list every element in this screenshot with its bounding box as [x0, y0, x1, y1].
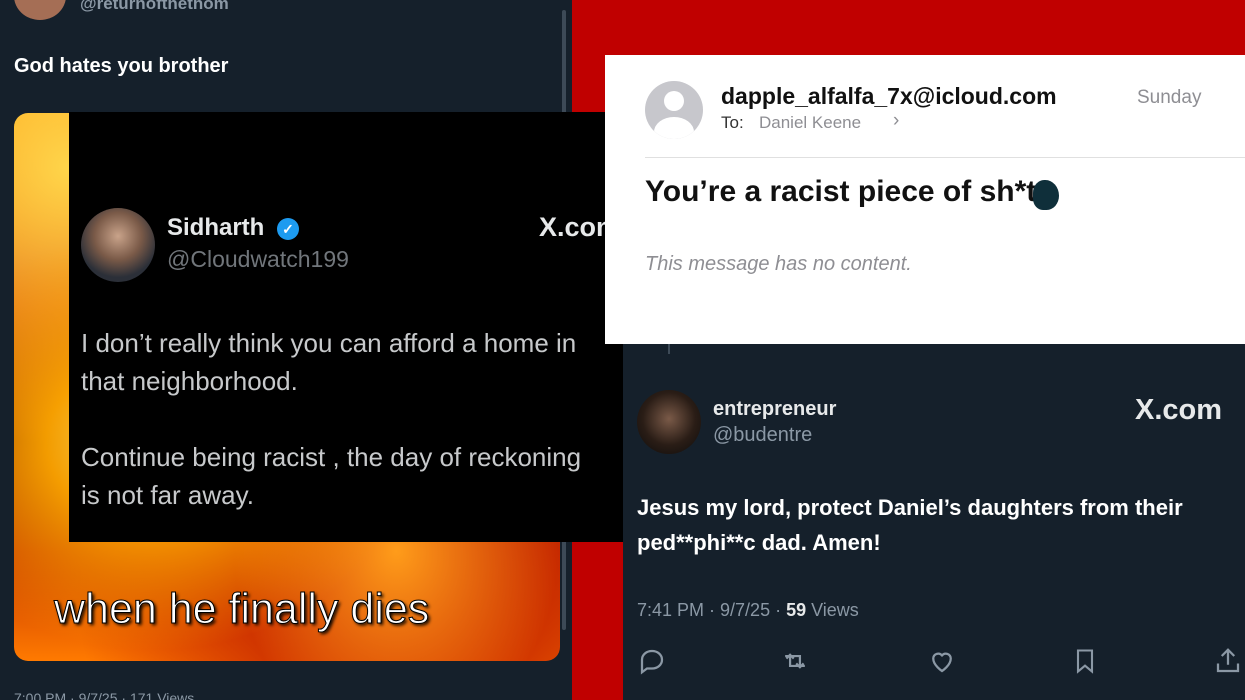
tweet-actions [637, 646, 1245, 682]
tweet-body: Continue being racist , the day of recko… [81, 438, 640, 514]
tweet-timestamp: 7:41 PM · 9/7/25 · [637, 600, 787, 620]
right-tweet-card: entrepreneur @budentre X.com Jesus my lo… [623, 344, 1245, 700]
views-count[interactable]: 59 [786, 600, 806, 620]
tweet-body: Jesus my lord, protect Daniel’s daughter… [637, 495, 1183, 555]
email-message-card: dapple_alfalfa_7x@icloud.com Sunday To: … [605, 55, 1245, 344]
tweet-body-line: Continue being racist , the day of recko… [81, 442, 582, 472]
tweet-body-line: that neighborhood. [81, 366, 298, 396]
like-icon[interactable] [927, 646, 957, 685]
tweet-handle[interactable]: @returnofthethom [80, 0, 229, 14]
share-icon[interactable] [1213, 646, 1243, 685]
reply-icon[interactable] [637, 646, 667, 685]
avatar[interactable] [637, 390, 701, 454]
email-recipient[interactable]: Daniel Keene [759, 113, 861, 133]
x-logo: X.com [1135, 394, 1223, 426]
email-sender[interactable]: dapple_alfalfa_7x@icloud.com [721, 83, 1057, 110]
email-to-label: To: [721, 113, 744, 132]
chevron-right-icon[interactable]: › [893, 110, 899, 132]
bookmark-icon[interactable] [1071, 646, 1099, 685]
author-name[interactable]: entrepreneur [713, 398, 836, 421]
verified-badge-icon: ✓ [277, 218, 299, 240]
redaction-mark [1033, 180, 1059, 210]
sender-avatar-icon [645, 81, 703, 139]
retweet-icon[interactable] [779, 646, 811, 685]
tweet-text: God hates you brother [14, 55, 229, 77]
tweet-body-line: I don’t really think you can afford a ho… [81, 328, 577, 358]
views-label: Views [806, 600, 859, 620]
embedded-tweet-card: Sidharth ✓ @Cloudwatch199 X.com I don’t … [69, 112, 640, 542]
thread-line [668, 344, 670, 354]
email-date: Sunday [1137, 87, 1202, 108]
email-no-content: This message has no content. [645, 253, 912, 275]
meme-caption: when he finally dies [53, 585, 430, 634]
email-subject: You’re a racist piece of sh*t [645, 175, 1037, 208]
tweet-body-line: is not far away. [81, 480, 254, 510]
author-handle[interactable]: @budentre [713, 424, 812, 447]
divider [645, 157, 1245, 158]
tweet-body: I don’t really think you can afford a ho… [81, 324, 640, 400]
author-name[interactable]: Sidharth [167, 214, 264, 242]
tweet-footer: 7:00 PM · 9/7/25 · 171 Views [14, 690, 195, 700]
avatar[interactable] [81, 208, 155, 282]
author-handle[interactable]: @Cloudwatch199 [167, 246, 349, 273]
tweet-meta: 7:41 PM · 9/7/25 · 59 Views [637, 600, 859, 621]
avatar[interactable] [14, 0, 66, 20]
